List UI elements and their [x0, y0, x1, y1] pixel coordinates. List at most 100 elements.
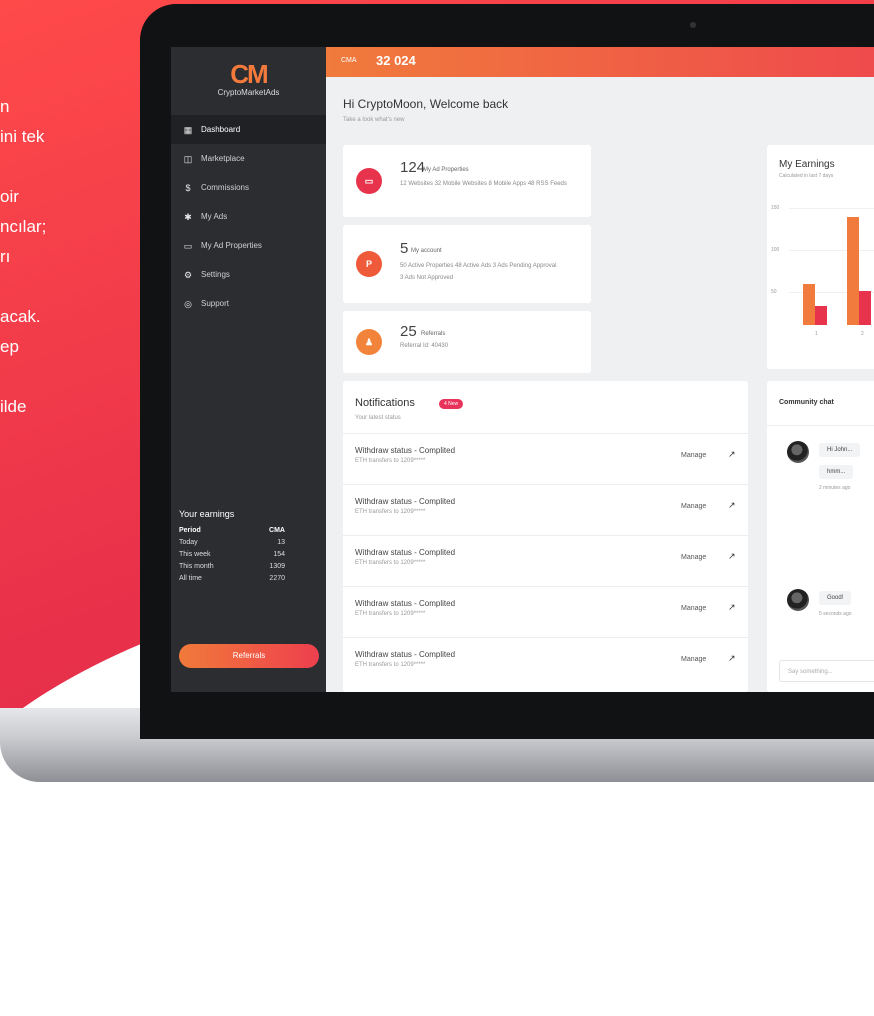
promo-text-line: ini tek	[0, 127, 45, 146]
help-icon: ◎	[184, 298, 192, 309]
my-earnings-title: My Earnings	[779, 159, 835, 170]
sidebar-item-my-ads[interactable]: ✱ My Ads	[171, 202, 326, 231]
sidebar-item-support[interactable]: ◎ Support	[171, 289, 326, 318]
avatar	[787, 589, 809, 611]
earnings-cell-period: This week	[179, 551, 211, 558]
notifications-subtitle: Your latest status	[355, 415, 401, 421]
monitor-icon: ▭	[183, 240, 193, 251]
pin-icon[interactable]: ↗	[728, 500, 736, 511]
earnings-head-cma: CMA	[269, 527, 285, 534]
logo-name: CryptoMarketAds	[217, 88, 280, 97]
chat-title: Community chat	[779, 399, 834, 406]
earnings-rows: Today 13 This week 154 This month 1309 All tim…	[179, 539, 319, 587]
notification-row: Withdraw status - Complited ETH transfers…	[343, 637, 748, 688]
notification-title: Withdraw status - Complited	[355, 446, 456, 455]
sidebar-item-settings[interactable]: ⚙ Settings	[171, 260, 326, 289]
promo-text-line: ep	[0, 337, 19, 356]
top-bar: CMA 32 024	[326, 47, 874, 77]
manage-link[interactable]: Manage	[681, 452, 706, 459]
manage-link[interactable]: Manage	[681, 656, 706, 663]
earnings-row: This week 154	[179, 551, 319, 563]
manage-link[interactable]: Manage	[681, 605, 706, 612]
earnings-chart: 150 100 50 1 2	[767, 195, 874, 337]
manage-link[interactable]: Manage	[681, 554, 706, 561]
stat-card-referrals[interactable]: ♟ 25 Referrals Referral Id: 40430	[343, 311, 591, 373]
referrals-button[interactable]: Referrals	[179, 644, 319, 668]
pin-icon[interactable]: ↗	[728, 602, 736, 613]
sidebar-item-dashboard[interactable]: ▦ Dashboard	[171, 115, 326, 144]
earnings-cell-cma: 2270	[269, 575, 285, 582]
app-screen: CM CryptoMarketAds ▦ Dashboard ◫ Marketplac…	[171, 47, 874, 692]
notification-row: Withdraw status - Complited ETH transfers…	[343, 535, 748, 586]
notification-title: Withdraw status - Complited	[355, 599, 456, 608]
balance-label: CMA	[341, 57, 357, 64]
stat-number: 124	[400, 159, 426, 176]
chart-bar	[859, 291, 871, 325]
earnings-cell-cma: 13	[277, 539, 285, 546]
sidebar-item-marketplace[interactable]: ◫ Marketplace	[171, 144, 326, 173]
sidebar-item-label: Marketplace	[201, 154, 245, 163]
avatar	[787, 441, 809, 463]
stat-detail-2: 3 Ads Not Approved	[400, 275, 454, 281]
chat-message: Good!	[819, 591, 852, 605]
gear-icon: ⚙	[183, 269, 193, 280]
earnings-row: Today 13	[179, 539, 319, 551]
earnings-head-period: Period	[179, 527, 201, 534]
promo-text-line: oir	[0, 187, 19, 206]
chat-divider	[767, 425, 874, 426]
notification-title: Withdraw status - Complited	[355, 497, 456, 506]
pin-icon[interactable]: ↗	[728, 551, 736, 562]
sidebar: CM CryptoMarketAds ▦ Dashboard ◫ Marketplac…	[171, 47, 326, 692]
manage-link[interactable]: Manage	[681, 503, 706, 510]
chart-x-tick: 2	[861, 331, 864, 337]
account-icon: P	[356, 251, 382, 277]
earnings-cell-period: Today	[179, 539, 198, 546]
notification-detail: ETH transfers to 1209*****	[355, 458, 426, 464]
chart-y-tick: 100	[771, 247, 780, 253]
promo-text-line: n	[0, 97, 10, 116]
notification-detail: ETH transfers to 1209*****	[355, 662, 426, 668]
earnings-cell-cma: 1309	[269, 563, 285, 570]
chat-time: 5 seconds ago	[819, 611, 852, 617]
dollar-icon: $	[185, 182, 191, 193]
welcome-subtitle: Take a look what's new	[343, 117, 405, 123]
webcam	[690, 22, 696, 28]
sidebar-item-my-ad-properties[interactable]: ▭ My Ad Properties	[171, 231, 326, 260]
balance-value: 32 024	[376, 53, 416, 68]
notification-title: Withdraw status - Complited	[355, 650, 456, 659]
promo-text-line	[0, 272, 160, 302]
sidebar-nav: ▦ Dashboard ◫ Marketplace $ Commissions ✱ My Ad…	[171, 115, 326, 318]
dashboard-icon: ▦	[183, 124, 193, 135]
chat-input[interactable]: Say something...	[779, 660, 874, 682]
notification-row: Withdraw status - Complited ETH transfers…	[343, 484, 748, 535]
earnings-cell-period: This month	[179, 563, 214, 570]
pin-icon[interactable]: ↗	[728, 449, 736, 460]
sidebar-item-label: Dashboard	[201, 125, 241, 134]
sidebar-item-label: Commissions	[201, 183, 250, 192]
notification-detail: ETH transfers to 1209*****	[355, 509, 426, 515]
chat-message: Hi John...	[819, 443, 861, 457]
notification-row: Withdraw status - Complited ETH transfers…	[343, 586, 748, 637]
notifications-title: Notifications	[355, 397, 415, 409]
stat-detail: Referral Id: 40430	[400, 343, 449, 349]
stat-card-properties[interactable]: ▭ 124 My Ad Properties 12 Websites 32 Mo…	[343, 145, 591, 217]
chart-y-tick: 150	[771, 205, 780, 211]
chat-message: hmm...	[819, 465, 854, 479]
sidebar-item-commissions[interactable]: $ Commissions	[171, 173, 326, 202]
promo-text-line: acak.	[0, 307, 41, 326]
promo-text-line: rı	[0, 247, 11, 266]
marketplace-icon: ◫	[183, 153, 193, 164]
stat-number: 5	[400, 240, 409, 257]
sidebar-item-label: Support	[201, 299, 230, 308]
notification-row: Withdraw status - Complited ETH transfers…	[343, 433, 748, 484]
stat-label: Referrals	[421, 331, 446, 337]
stat-card-account[interactable]: P 5 My account 50 Active Properties 48 A…	[343, 225, 591, 303]
my-earnings-card: My Earnings Calculated in last 7 days 15…	[767, 145, 874, 369]
stat-label: My account	[411, 248, 442, 254]
pin-icon[interactable]: ↗	[728, 653, 736, 664]
logo[interactable]: CM CryptoMarketAds	[171, 59, 326, 97]
chart-bar	[847, 217, 859, 325]
sidebar-item-label: Settings	[201, 270, 230, 279]
sidebar-item-label: My Ad Properties	[201, 241, 262, 250]
stat-detail: 50 Active Properties 48 Active Ads 3 Ads…	[400, 263, 557, 269]
